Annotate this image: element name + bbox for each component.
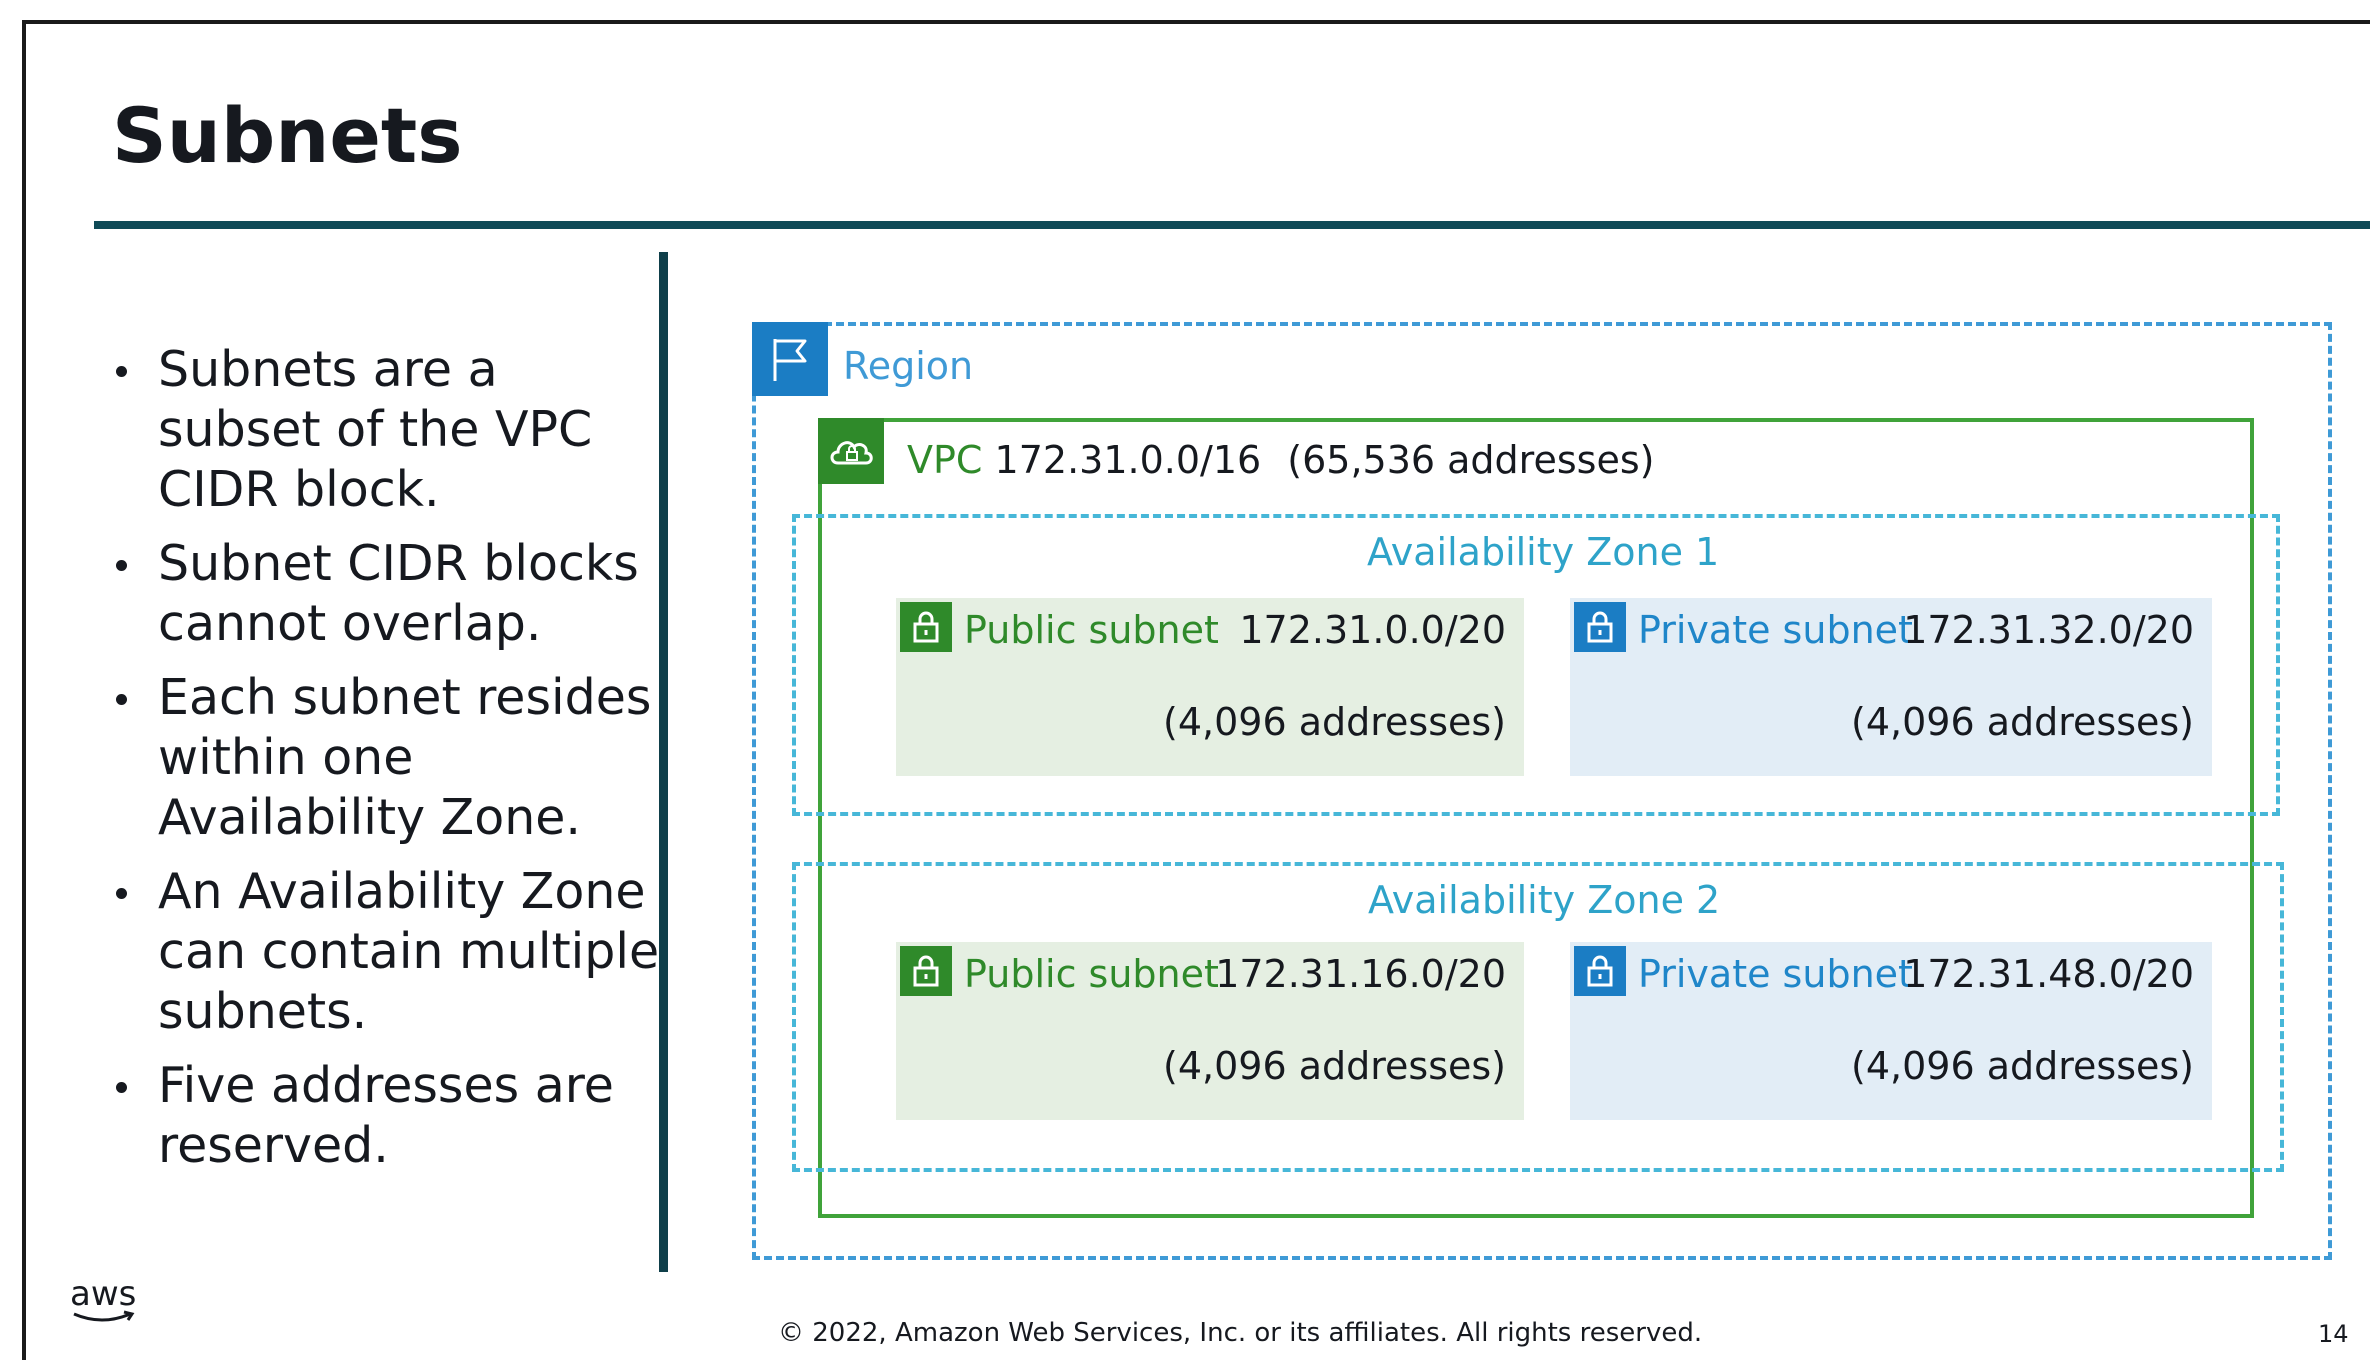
subnet-cidr: 172.31.16.0/20 [1215,952,1506,996]
vpc-word: VPC [907,438,983,482]
bullet-item: An Availability Zone can contain multipl… [108,862,668,1042]
subnet-addresses: (4,096 addresses) [1163,700,1506,744]
aws-logo: aws [70,1274,140,1326]
vpc-addresses: (65,536 addresses) [1287,438,1655,482]
public-subnet-1: Public subnet 172.31.0.0/20 (4,096 addre… [896,598,1524,776]
page-number: 14 [2318,1320,2349,1348]
subnet-name: Public subnet [964,608,1219,652]
padlock-icon [900,602,952,652]
padlock-icon [900,946,952,996]
subnet-name: Private subnet [1638,952,1913,996]
bullet-list: Subnets are a subset of the VPC CIDR blo… [108,340,668,1190]
subnet-name: Private subnet [1638,608,1913,652]
subnet-cidr: 172.31.32.0/20 [1903,608,2194,652]
subnet-addresses: (4,096 addresses) [1851,700,2194,744]
subnet-cidr: 172.31.48.0/20 [1903,952,2194,996]
subnet-name: Public subnet [964,952,1219,996]
aws-logo-text: aws [70,1274,137,1314]
slide-title: Subnets [112,91,463,180]
private-subnet-2: Private subnet 172.31.48.0/20 (4,096 add… [1570,942,2212,1120]
vpc-label: VPC 172.31.0.0/16 (65,536 addresses) [907,438,1654,482]
bullet-item: Subnet CIDR blocks cannot overlap. [108,534,668,654]
public-subnet-2: Public subnet 172.31.16.0/20 (4,096 addr… [896,942,1524,1120]
cloud-lock-icon [818,418,884,484]
vpc-cidr: 172.31.0.0/16 [994,438,1262,482]
subnet-addresses: (4,096 addresses) [1163,1044,1506,1088]
bullet-item: Each subnet resides within one Availabil… [108,668,668,848]
padlock-icon [1574,946,1626,996]
title-divider [94,221,2370,229]
availability-zone-1-label: Availability Zone 1 [1367,530,1720,574]
padlock-icon [1574,602,1626,652]
availability-zone-2-label: Availability Zone 2 [1368,878,1721,922]
column-divider [659,252,668,1272]
bullet-item: Subnets are a subset of the VPC CIDR blo… [108,340,668,520]
copyright-text: © 2022, Amazon Web Services, Inc. or its… [778,1318,1703,1348]
subnet-cidr: 172.31.0.0/20 [1239,608,1506,652]
private-subnet-1: Private subnet 172.31.32.0/20 (4,096 add… [1570,598,2212,776]
flag-icon [752,322,828,396]
region-label: Region [843,344,974,388]
bullet-item: Five addresses are reserved. [108,1056,668,1176]
subnet-addresses: (4,096 addresses) [1851,1044,2194,1088]
